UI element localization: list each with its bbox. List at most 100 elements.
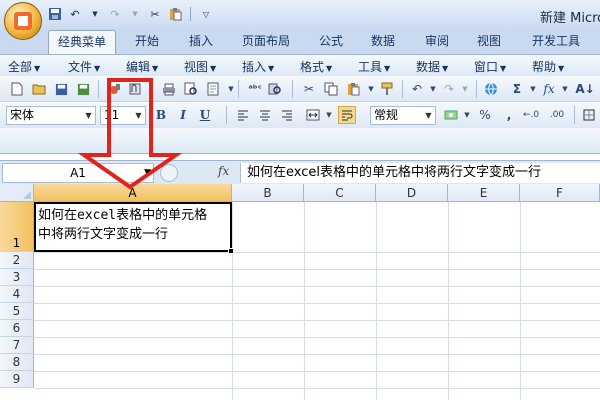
decrease-decimal-icon[interactable]: .00 bbox=[548, 106, 566, 124]
gridline bbox=[34, 371, 600, 372]
research-icon[interactable] bbox=[266, 80, 284, 98]
format-painter-icon[interactable] bbox=[378, 80, 396, 98]
menu-insert[interactable]: 插入 ▼ bbox=[242, 58, 274, 75]
hyperlink-icon[interactable] bbox=[482, 80, 500, 98]
cut-icon[interactable]: ✂ bbox=[146, 6, 164, 22]
tab-insert[interactable]: 插入 bbox=[178, 30, 224, 54]
cell-a1-line-2: 中将两行文字变成一行 bbox=[38, 227, 169, 242]
spelling-icon[interactable]: ᵃᵇᶜ bbox=[246, 80, 264, 98]
save-icon[interactable] bbox=[52, 80, 70, 98]
align-right-icon[interactable] bbox=[278, 106, 296, 124]
align-center-icon[interactable] bbox=[256, 106, 274, 124]
office-logo-icon bbox=[14, 12, 32, 30]
menu-data[interactable]: 数据 ▼ bbox=[416, 58, 448, 75]
italic-button[interactable]: I bbox=[174, 106, 192, 124]
row-header-4[interactable]: 4 bbox=[0, 286, 34, 303]
copy-icon[interactable] bbox=[322, 80, 340, 98]
open-folder-icon[interactable] bbox=[30, 80, 48, 98]
menu-edit[interactable]: 编辑 ▼ bbox=[126, 58, 158, 75]
tab-developer[interactable]: 开发工具 bbox=[524, 30, 588, 54]
print-icon[interactable] bbox=[160, 80, 178, 98]
tab-view[interactable]: 视图 bbox=[466, 30, 512, 54]
paste-icon[interactable] bbox=[166, 6, 184, 22]
attach-icon[interactable] bbox=[126, 80, 144, 98]
formula-input[interactable]: 如何在excel表格中的单元格中将两行文字变成一行 bbox=[240, 163, 600, 183]
tab-page-layout[interactable]: 页面布局 bbox=[234, 30, 298, 54]
undo-icon[interactable]: ↶ bbox=[66, 6, 84, 22]
column-header-b[interactable]: B bbox=[232, 184, 304, 202]
menu-window[interactable]: 窗口 ▼ bbox=[474, 58, 506, 75]
column-header-e[interactable]: E bbox=[448, 184, 520, 202]
menu-view[interactable]: 视图 ▼ bbox=[184, 58, 216, 75]
menu-help[interactable]: 帮助 ▼ bbox=[532, 58, 564, 75]
font-name-value: 宋体 bbox=[10, 108, 35, 122]
name-box[interactable]: A1 ▼ bbox=[2, 163, 154, 183]
menu-tools[interactable]: 工具 ▼ bbox=[358, 58, 390, 75]
undo-dropdown-icon[interactable]: ▼ bbox=[86, 6, 104, 22]
formula-bar-expand-button[interactable] bbox=[160, 164, 178, 182]
column-header-a[interactable]: A bbox=[34, 184, 232, 202]
row-header-3[interactable]: 3 bbox=[0, 269, 34, 286]
worksheet-grid[interactable]: A B C D E F 1 2 3 4 5 6 7 8 9 如何在excel表格… bbox=[0, 184, 600, 400]
tab-formulas[interactable]: 公式 bbox=[308, 30, 354, 54]
name-box-value: A1 bbox=[70, 166, 86, 180]
office-button[interactable] bbox=[4, 2, 42, 40]
menu-file[interactable]: 文件 ▼ bbox=[68, 58, 100, 75]
chevron-down-icon[interactable]: ▼ bbox=[458, 106, 476, 124]
fill-handle[interactable] bbox=[228, 248, 234, 254]
tab-review[interactable]: 审阅 bbox=[414, 30, 460, 54]
ribbon-tab-row: 经典菜单 开始 插入 页面布局 公式 数据 审阅 视图 开发工具 bbox=[0, 30, 600, 55]
menu-window-label: 窗口 bbox=[474, 60, 499, 74]
chevron-down-icon[interactable]: ▼ bbox=[556, 80, 574, 98]
cut-icon[interactable]: ✂ bbox=[300, 80, 318, 98]
wrap-text-icon[interactable] bbox=[338, 106, 356, 124]
chevron-down-icon[interactable]: ▼ bbox=[456, 80, 474, 98]
row-header-8[interactable]: 8 bbox=[0, 354, 34, 371]
bold-button[interactable]: B bbox=[152, 106, 170, 124]
paste-icon[interactable] bbox=[344, 80, 362, 98]
cell-a1[interactable]: 如何在excel表格中的单元格 中将两行文字变成一行 bbox=[34, 202, 232, 252]
comma-style-button[interactable]: , bbox=[500, 106, 518, 124]
save-as-icon[interactable] bbox=[74, 80, 92, 98]
number-format-select[interactable]: 常规 ▼ bbox=[370, 106, 436, 125]
chevron-down-icon[interactable]: ▼ bbox=[320, 106, 338, 124]
qat-customize-icon[interactable]: ▽ bbox=[197, 6, 215, 22]
column-header-c[interactable]: C bbox=[304, 184, 376, 202]
increase-decimal-icon[interactable]: ←.0 bbox=[522, 106, 540, 124]
row-header-1[interactable]: 1 bbox=[0, 202, 34, 252]
print-preview-icon[interactable] bbox=[182, 80, 200, 98]
save-icon[interactable] bbox=[46, 6, 64, 22]
gridline bbox=[520, 202, 521, 400]
tab-data[interactable]: 数据 bbox=[360, 30, 406, 54]
tab-home[interactable]: 开始 bbox=[124, 30, 170, 54]
gridline bbox=[34, 354, 600, 355]
menu-format[interactable]: 格式 ▼ bbox=[300, 58, 332, 75]
font-size-select[interactable]: 11 ▼ bbox=[100, 106, 146, 125]
menu-format-label: 格式 bbox=[300, 60, 325, 74]
permission-icon[interactable] bbox=[106, 80, 124, 98]
borders-icon[interactable] bbox=[580, 106, 598, 124]
new-document-icon[interactable] bbox=[8, 80, 26, 98]
underline-button[interactable]: U bbox=[196, 106, 214, 124]
print-options-icon[interactable] bbox=[204, 80, 222, 98]
font-name-select[interactable]: 宋体 ▼ bbox=[6, 106, 96, 125]
row-header-9[interactable]: 9 bbox=[0, 371, 34, 388]
redo-icon[interactable]: ↷ bbox=[106, 6, 124, 22]
menu-all[interactable]: 全部 ▼ bbox=[8, 58, 40, 75]
column-header-d[interactable]: D bbox=[376, 184, 448, 202]
qat-separator bbox=[190, 7, 191, 21]
row-header-7[interactable]: 7 bbox=[0, 337, 34, 354]
insert-function-icon[interactable]: fx bbox=[218, 164, 229, 178]
align-left-icon[interactable] bbox=[234, 106, 252, 124]
sort-ascending-icon[interactable]: A↓ bbox=[575, 80, 594, 98]
select-all-button[interactable] bbox=[0, 184, 34, 202]
tab-classic-menu[interactable]: 经典菜单 bbox=[48, 30, 116, 55]
quick-access-toolbar: ↶ ▼ ↷ ▼ ✂ ▽ bbox=[46, 5, 215, 23]
percent-button[interactable]: % bbox=[476, 106, 494, 124]
gridline bbox=[376, 202, 377, 400]
row-header-6[interactable]: 6 bbox=[0, 320, 34, 337]
row-header-2[interactable]: 2 bbox=[0, 252, 34, 269]
row-header-5[interactable]: 5 bbox=[0, 303, 34, 320]
redo-dropdown-icon[interactable]: ▼ bbox=[126, 6, 144, 22]
column-header-f[interactable]: F bbox=[520, 184, 600, 202]
